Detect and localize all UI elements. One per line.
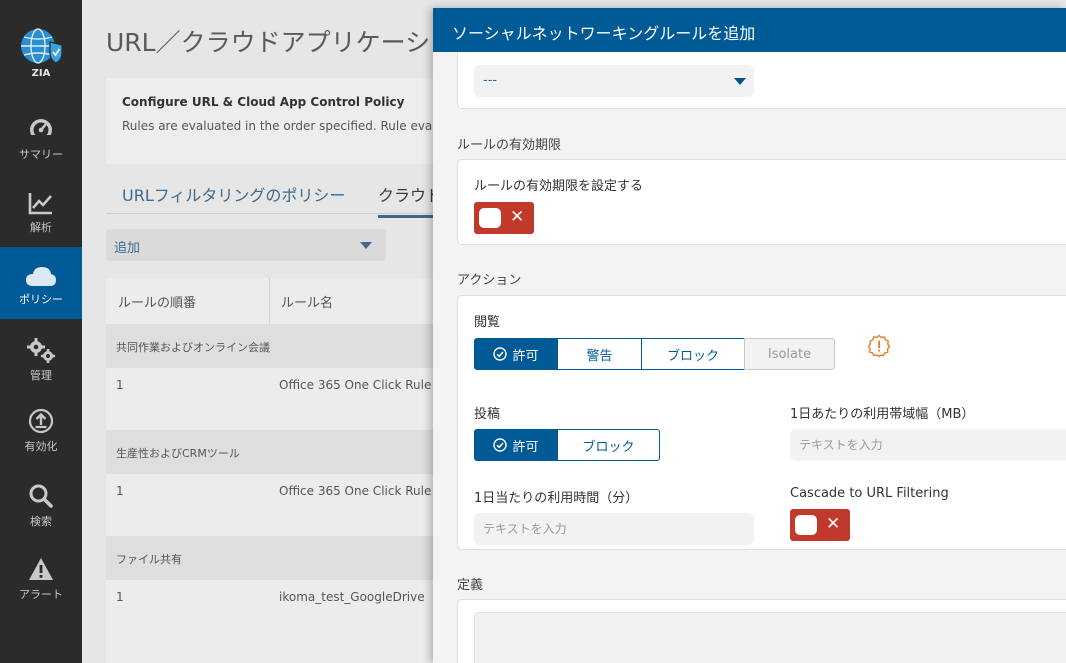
nav-label-search: 検索 xyxy=(30,515,52,528)
add-rule-panel: ソーシャルネットワーキングルールを追加 --- ルールの有効期限 ルールの有効期… xyxy=(433,8,1066,663)
chevron-down-icon xyxy=(734,78,746,85)
search-icon xyxy=(29,484,53,508)
top-select[interactable]: --- xyxy=(474,65,754,97)
close-icon: ✕ xyxy=(510,207,525,227)
bandwidth-input[interactable] xyxy=(790,429,1066,461)
view-isolate-label: Isolate xyxy=(767,346,812,362)
expiry-section-title: ルールの有効期限 xyxy=(457,138,562,153)
view-block-label: ブロック xyxy=(666,348,719,364)
cascade-label: Cascade to URL Filtering xyxy=(790,486,949,501)
nav-label-summary: サマリー xyxy=(19,148,63,161)
nav-label-analytics: 解析 xyxy=(30,221,52,234)
post-allow-label: 許可 xyxy=(512,439,539,455)
nav-item-search[interactable]: 検索 xyxy=(0,483,82,543)
post-block-label: ブロック xyxy=(582,439,635,455)
logo-label: ZIA xyxy=(31,68,51,79)
close-icon: ✕ xyxy=(826,514,841,534)
nav-label-policy: ポリシー xyxy=(19,293,63,306)
cascade-toggle[interactable]: ✕ xyxy=(790,509,850,541)
table-cell-rule-name[interactable]: Office 365 One Click Rule xyxy=(279,484,431,498)
table-cell-order: 1 xyxy=(116,590,124,604)
gears-icon xyxy=(27,338,55,363)
chart-line-icon xyxy=(28,193,52,215)
definition-section-title: 定義 xyxy=(457,578,484,593)
top-select-card: --- xyxy=(457,52,1066,109)
nav-item-summary[interactable]: サマリー xyxy=(0,118,82,178)
top-select-value: --- xyxy=(483,73,498,88)
table-cell-rule-name[interactable]: Office 365 One Click Rule xyxy=(279,378,431,392)
page-title: URL／クラウドアプリケーショ xyxy=(106,28,456,57)
post-label: 投稿 xyxy=(474,407,501,422)
left-nav: ZIA サマリー 解析 ポリシー 管理 有効化 検索 アラート xyxy=(0,0,82,663)
table-cell-rule-name[interactable]: ikoma_test_GoogleDrive xyxy=(279,590,425,604)
column-header-rule-name: ルール名 xyxy=(281,296,334,311)
add-dropdown[interactable]: 追加 xyxy=(106,229,386,261)
toggle-knob xyxy=(795,515,817,535)
check-circle-icon xyxy=(493,347,508,361)
view-warn-button[interactable]: 警告 xyxy=(557,338,642,370)
nav-item-alerts[interactable]: アラート xyxy=(0,556,82,616)
view-allow-label: 許可 xyxy=(512,348,539,364)
expiry-card: ルールの有効期限を設定する ✕ xyxy=(457,159,1066,245)
nav-label-admin: 管理 xyxy=(30,369,52,382)
definition-area xyxy=(474,612,1066,663)
post-action-group: 許可 ブロック xyxy=(474,429,660,461)
column-header-order: ルールの順番 xyxy=(118,296,197,311)
check-circle-icon xyxy=(493,438,508,452)
add-dropdown-label: 追加 xyxy=(114,241,141,256)
panel-title: ソーシャルネットワーキングルールを追加 xyxy=(433,8,1066,52)
view-warn-label: 警告 xyxy=(586,348,613,364)
tab-url-filtering[interactable]: URLフィルタリングのポリシー xyxy=(122,182,345,206)
gauge-icon xyxy=(30,119,52,142)
definition-card xyxy=(457,599,1066,663)
warning-badge-icon[interactable] xyxy=(867,334,891,358)
policy-info-heading: Configure URL & Cloud App Control Policy xyxy=(122,95,405,109)
nav-item-admin[interactable]: 管理 xyxy=(0,337,82,397)
action-section-title: アクション xyxy=(457,273,522,288)
nav-item-activation[interactable]: 有効化 xyxy=(0,408,82,468)
alert-icon xyxy=(29,558,53,580)
nav-item-policy[interactable]: ポリシー xyxy=(0,247,82,319)
policy-info-text: Rules are evaluated in the order specifi… xyxy=(122,119,433,133)
table-cell-order: 1 xyxy=(116,378,124,392)
time-input[interactable] xyxy=(474,513,754,545)
nav-item-analytics[interactable]: 解析 xyxy=(0,191,82,251)
cloud-icon xyxy=(26,267,56,286)
globe-shield-icon xyxy=(21,28,63,64)
nav-label-activation: 有効化 xyxy=(24,440,58,453)
zia-logo[interactable]: ZIA xyxy=(0,26,82,92)
post-block-button[interactable]: ブロック xyxy=(557,429,660,461)
upload-icon xyxy=(28,408,54,434)
view-isolate-button[interactable]: Isolate xyxy=(744,338,835,370)
view-action-group: 許可 警告 ブロック Isolate xyxy=(474,338,835,370)
time-label: 1日当たりの利用時間（分） xyxy=(474,491,639,506)
view-label: 閲覧 xyxy=(474,315,501,330)
action-card: 閲覧 許可 警告 ブロック Isolate 投稿 許可 ブロック 1日あたりの利… xyxy=(457,295,1066,550)
chevron-down-icon xyxy=(360,242,372,249)
nav-label-alerts: アラート xyxy=(19,588,63,601)
expiry-label: ルールの有効期限を設定する xyxy=(474,179,644,194)
bandwidth-label: 1日あたりの利用帯域幅（MB） xyxy=(790,407,975,422)
table-cell-order: 1 xyxy=(116,484,124,498)
view-block-button[interactable]: ブロック xyxy=(641,338,745,370)
toggle-knob xyxy=(479,208,501,228)
expiry-toggle[interactable]: ✕ xyxy=(474,202,534,234)
view-allow-button[interactable]: 許可 xyxy=(474,338,558,370)
post-allow-button[interactable]: 許可 xyxy=(474,429,558,461)
